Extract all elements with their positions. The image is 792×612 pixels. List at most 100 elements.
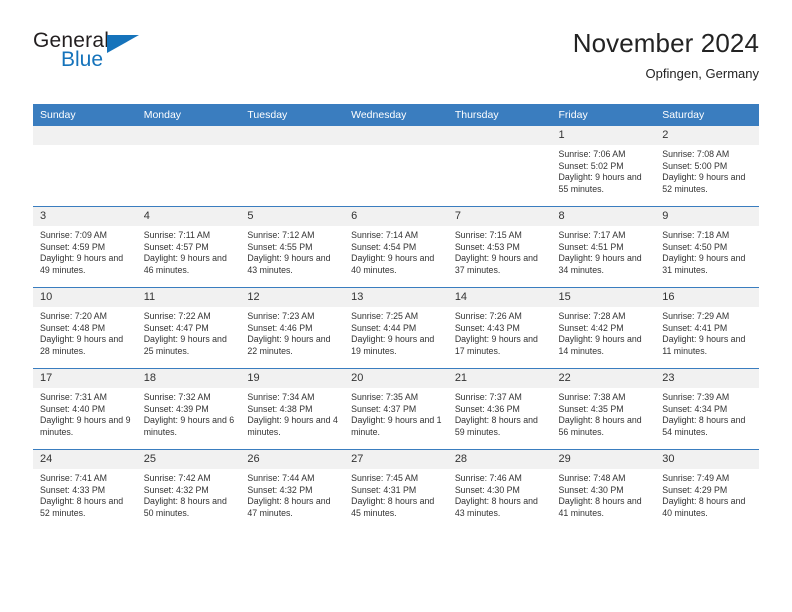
day-number: 13	[344, 288, 448, 307]
calendar-week-row: 1 Sunrise: 7:06 AM Sunset: 5:02 PM Daylight…	[33, 126, 759, 207]
daylight-text: Daylight: 8 hours and 47 minutes.	[247, 496, 331, 518]
day-details: Sunrise: 7:41 AM Sunset: 4:33 PM Daylight:…	[33, 469, 137, 519]
day-number: 9	[655, 207, 759, 226]
sunrise-text: Sunrise: 7:09 AM	[40, 230, 107, 240]
sunset-text: Sunset: 4:40 PM	[40, 403, 106, 414]
day-number: 28	[447, 450, 552, 469]
day-details: Sunrise: 7:23 AM Sunset: 4:46 PM Daylight:…	[240, 307, 344, 357]
day-details: Sunrise: 7:35 AM Sunset: 4:37 PM Daylight:…	[344, 388, 448, 438]
calendar-day-cell[interactable]: 15 Sunrise: 7:28 AM Sunset: 4:42 PM Dayligh…	[551, 287, 656, 369]
calendar-day-cell[interactable]: 2 Sunrise: 7:08 AM Sunset: 5:00 PM Daylight…	[655, 126, 759, 207]
calendar-day-cell[interactable]: 29 Sunrise: 7:48 AM Sunset: 4:30 PM Dayligh…	[551, 449, 656, 530]
calendar-day-cell[interactable]: 25 Sunrise: 7:42 AM Sunset: 4:32 PM Dayligh…	[136, 449, 241, 530]
day-details: Sunrise: 7:22 AM Sunset: 4:47 PM Daylight:…	[137, 307, 241, 357]
calendar-day-cell[interactable]: 11 Sunrise: 7:22 AM Sunset: 4:47 PM Dayligh…	[136, 287, 241, 369]
sunset-text: Sunset: 5:00 PM	[662, 160, 728, 171]
day-number: 2	[655, 126, 759, 145]
daylight-text: Daylight: 9 hours and 43 minutes.	[247, 253, 331, 275]
calendar-day-cell[interactable]: 22 Sunrise: 7:38 AM Sunset: 4:35 PM Dayligh…	[551, 368, 656, 450]
sunrise-text: Sunrise: 7:08 AM	[662, 149, 730, 159]
calendar-day-cell[interactable]: 5 Sunrise: 7:12 AM Sunset: 4:55 PM Daylight…	[240, 206, 345, 288]
daylight-text: Daylight: 9 hours and 4 minutes.	[247, 415, 338, 437]
daylight-text: Daylight: 9 hours and 19 minutes.	[351, 334, 435, 356]
calendar-day-cell[interactable]: 10 Sunrise: 7:20 AM Sunset: 4:48 PM Dayligh…	[33, 287, 137, 369]
calendar-day-cell[interactable]: 9 Sunrise: 7:18 AM Sunset: 4:50 PM Daylight…	[655, 206, 759, 288]
sunset-text: Sunset: 4:47 PM	[143, 322, 209, 333]
calendar-day-cell[interactable]: 21 Sunrise: 7:37 AM Sunset: 4:36 PM Dayligh…	[447, 368, 552, 450]
calendar-week-row: 3 Sunrise: 7:09 AM Sunset: 4:59 PM Daylight…	[33, 206, 759, 288]
day-number: 5	[240, 207, 345, 226]
day-details: Sunrise: 7:32 AM Sunset: 4:39 PM Daylight:…	[137, 388, 241, 438]
day-number: 7	[447, 207, 552, 226]
day-details: Sunrise: 7:17 AM Sunset: 4:51 PM Daylight:…	[552, 226, 656, 276]
calendar-day-cell[interactable]: 20 Sunrise: 7:35 AM Sunset: 4:37 PM Dayligh…	[344, 368, 448, 450]
daylight-text: Daylight: 8 hours and 50 minutes.	[143, 496, 227, 518]
calendar-week-row: 10 Sunrise: 7:20 AM Sunset: 4:48 PM Dayligh…	[33, 287, 759, 369]
sunset-text: Sunset: 4:37 PM	[351, 403, 417, 414]
general-blue-logo[interactable]: General Blue	[33, 26, 163, 70]
calendar-day-cell[interactable]: 12 Sunrise: 7:23 AM Sunset: 4:46 PM Dayligh…	[240, 287, 345, 369]
daylight-text: Daylight: 9 hours and 46 minutes.	[143, 253, 227, 275]
calendar-day-cell[interactable]: 24 Sunrise: 7:41 AM Sunset: 4:33 PM Dayligh…	[33, 449, 137, 530]
daylight-text: Daylight: 9 hours and 25 minutes.	[143, 334, 227, 356]
calendar-day-cell[interactable]: 26 Sunrise: 7:44 AM Sunset: 4:32 PM Dayligh…	[240, 449, 345, 530]
sunrise-text: Sunrise: 7:41 AM	[40, 473, 107, 483]
day-number: 12	[240, 288, 345, 307]
calendar-day-cell[interactable]: 28 Sunrise: 7:46 AM Sunset: 4:30 PM Dayligh…	[447, 449, 552, 530]
day-details: Sunrise: 7:28 AM Sunset: 4:42 PM Daylight:…	[552, 307, 656, 357]
day-number: 6	[344, 207, 448, 226]
sunrise-text: Sunrise: 7:38 AM	[558, 392, 626, 402]
day-details: Sunrise: 7:44 AM Sunset: 4:32 PM Daylight:…	[240, 469, 344, 519]
sunset-text: Sunset: 4:46 PM	[247, 322, 313, 333]
calendar-day-cell-empty	[240, 126, 345, 207]
day-number: 10	[33, 288, 137, 307]
calendar-day-cell[interactable]: 1 Sunrise: 7:06 AM Sunset: 5:02 PM Daylight…	[551, 126, 656, 207]
calendar-day-cell[interactable]: 13 Sunrise: 7:25 AM Sunset: 4:44 PM Dayligh…	[344, 287, 448, 369]
daylight-text: Daylight: 9 hours and 17 minutes.	[454, 334, 538, 356]
day-number: 3	[33, 207, 137, 226]
daylight-text: Daylight: 8 hours and 52 minutes.	[40, 496, 124, 518]
sunset-text: Sunset: 4:48 PM	[40, 322, 106, 333]
day-number: 14	[447, 288, 552, 307]
calendar-day-cell[interactable]: 27 Sunrise: 7:45 AM Sunset: 4:31 PM Dayligh…	[344, 449, 448, 530]
sunrise-text: Sunrise: 7:26 AM	[454, 311, 522, 321]
sunrise-text: Sunrise: 7:23 AM	[247, 311, 315, 321]
sunset-text: Sunset: 4:31 PM	[351, 484, 417, 495]
calendar-day-cell[interactable]: 4 Sunrise: 7:11 AM Sunset: 4:57 PM Daylight…	[136, 206, 241, 288]
daylight-text: Daylight: 9 hours and 1 minute.	[351, 415, 442, 437]
sunrise-text: Sunrise: 7:06 AM	[558, 149, 626, 159]
calendar-day-cell[interactable]: 8 Sunrise: 7:17 AM Sunset: 4:51 PM Daylight…	[551, 206, 656, 288]
calendar-day-cell[interactable]: 6 Sunrise: 7:14 AM Sunset: 4:54 PM Daylight…	[344, 206, 448, 288]
day-number: 26	[240, 450, 345, 469]
weekday-header-wednesday: Wednesday	[344, 104, 448, 126]
day-details: Sunrise: 7:29 AM Sunset: 4:41 PM Daylight:…	[655, 307, 759, 357]
day-number: 17	[33, 369, 137, 388]
calendar-day-cell[interactable]: 14 Sunrise: 7:26 AM Sunset: 4:43 PM Dayligh…	[447, 287, 552, 369]
calendar-day-cell[interactable]: 3 Sunrise: 7:09 AM Sunset: 4:59 PM Daylight…	[33, 206, 137, 288]
day-details: Sunrise: 7:42 AM Sunset: 4:32 PM Daylight:…	[137, 469, 241, 519]
day-details: Sunrise: 7:31 AM Sunset: 4:40 PM Daylight:…	[33, 388, 137, 438]
day-details: Sunrise: 7:15 AM Sunset: 4:53 PM Daylight:…	[448, 226, 552, 276]
sunrise-text: Sunrise: 7:42 AM	[143, 473, 211, 483]
daylight-text: Daylight: 9 hours and 31 minutes.	[662, 253, 746, 275]
day-details: Sunrise: 7:20 AM Sunset: 4:48 PM Daylight:…	[33, 307, 137, 357]
sunrise-text: Sunrise: 7:31 AM	[40, 392, 107, 402]
calendar-table: Sunday Monday Tuesday Wednesday Thursday…	[33, 104, 759, 530]
calendar-body: 1 Sunrise: 7:06 AM Sunset: 5:02 PM Daylight…	[33, 126, 759, 530]
calendar-day-cell[interactable]: 17 Sunrise: 7:31 AM Sunset: 4:40 PM Dayligh…	[33, 368, 137, 450]
calendar-day-cell[interactable]: 7 Sunrise: 7:15 AM Sunset: 4:53 PM Daylight…	[447, 206, 552, 288]
day-number	[33, 126, 137, 145]
day-number: 30	[655, 450, 759, 469]
calendar-day-cell[interactable]: 19 Sunrise: 7:34 AM Sunset: 4:38 PM Dayligh…	[240, 368, 345, 450]
sunrise-text: Sunrise: 7:22 AM	[143, 311, 211, 321]
daylight-text: Daylight: 8 hours and 43 minutes.	[454, 496, 538, 518]
calendar-day-cell[interactable]: 16 Sunrise: 7:29 AM Sunset: 4:41 PM Dayligh…	[655, 287, 759, 369]
sunrise-text: Sunrise: 7:35 AM	[351, 392, 419, 402]
sunset-text: Sunset: 4:30 PM	[454, 484, 520, 495]
calendar-day-cell[interactable]: 30 Sunrise: 7:49 AM Sunset: 4:29 PM Dayligh…	[655, 449, 759, 530]
sunrise-text: Sunrise: 7:17 AM	[558, 230, 626, 240]
day-number: 15	[551, 288, 656, 307]
calendar-day-cell[interactable]: 23 Sunrise: 7:39 AM Sunset: 4:34 PM Dayligh…	[655, 368, 759, 450]
calendar-day-cell[interactable]: 18 Sunrise: 7:32 AM Sunset: 4:39 PM Dayligh…	[136, 368, 241, 450]
page-subtitle: Opfingen, Germany	[645, 66, 759, 81]
